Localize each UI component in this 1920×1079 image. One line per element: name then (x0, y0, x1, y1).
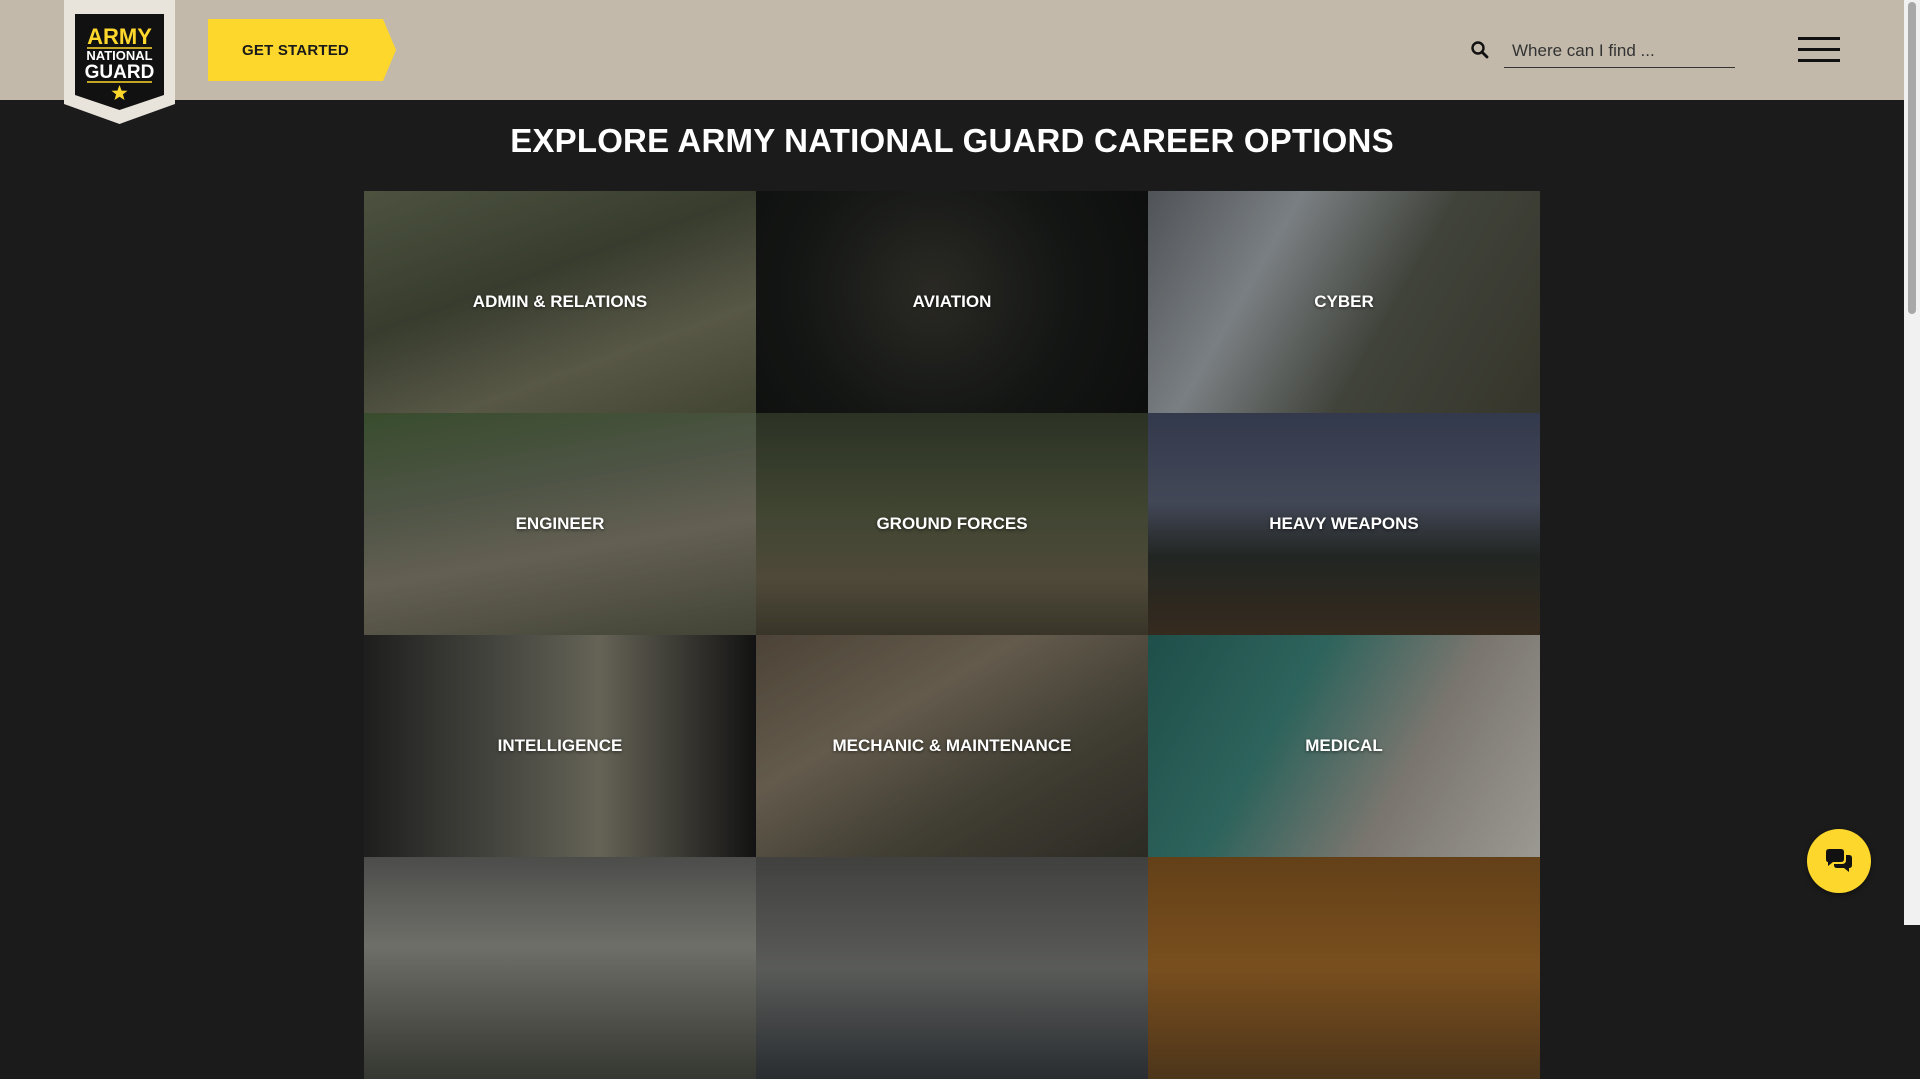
career-tile-label: CYBER (1314, 292, 1374, 311)
logo-line-guard: GUARD (85, 62, 155, 83)
get-started-button[interactable]: GET STARTED (208, 19, 396, 81)
chat-button[interactable] (1807, 829, 1871, 893)
career-tile-label: ENGINEER (515, 514, 605, 533)
career-tile-label: MEDICAL (1305, 736, 1383, 755)
site-header: GET STARTED (0, 0, 1904, 100)
army-national-guard-logo[interactable]: ARMY NATIONAL GUARD (64, 0, 175, 124)
career-tile-row4-3[interactable] (1148, 857, 1540, 1079)
career-tile-heavy-weapons[interactable]: HEAVY WEAPONS (1148, 413, 1540, 635)
scrollbar-thumb[interactable] (1908, 2, 1916, 314)
search-icon[interactable] (1470, 40, 1490, 60)
career-tile-intelligence[interactable]: INTELLIGENCE (364, 635, 756, 857)
career-tile-label: ADMIN & RELATIONS (472, 292, 648, 311)
career-tile-label: GROUND FORCES (876, 514, 1028, 533)
career-tile-label: AVIATION (912, 292, 992, 311)
career-tile-cyber[interactable]: CYBER (1148, 191, 1540, 413)
career-tile-mechanic-maintenance[interactable]: MECHANIC & MAINTENANCE (756, 635, 1148, 857)
career-tile-engineer[interactable]: ENGINEER (364, 413, 756, 635)
hamburger-menu-icon[interactable] (1798, 37, 1840, 63)
search-input[interactable] (1504, 34, 1735, 68)
chat-bubbles-icon (1826, 849, 1852, 872)
page-title: EXPLORE ARMY NATIONAL GUARD CAREER OPTIO… (510, 122, 1394, 159)
career-tile-row4-1[interactable] (364, 857, 756, 1079)
career-tile-label: HEAVY WEAPONS (1269, 514, 1419, 533)
logo-line-national: NATIONAL (86, 48, 152, 63)
career-tile-ground-forces[interactable]: GROUND FORCES (756, 413, 1148, 635)
career-tile-row4-2[interactable] (756, 857, 1148, 1079)
logo-line-army: ARMY (87, 24, 152, 49)
get-started-label: GET STARTED (242, 41, 349, 59)
page-scrollbar[interactable] (1904, 0, 1920, 925)
career-tile-label: INTELLIGENCE (497, 736, 623, 755)
career-tile-aviation[interactable]: AVIATION (756, 191, 1148, 413)
career-tile-label: MECHANIC & MAINTENANCE (832, 736, 1072, 755)
career-tile-medical[interactable]: MEDICAL (1148, 635, 1540, 857)
career-options-grid: ADMIN & RELATIONS AVIATION CYBER ENGINEE… (364, 191, 1540, 1079)
career-tile-admin-relations[interactable]: ADMIN & RELATIONS (364, 191, 756, 413)
